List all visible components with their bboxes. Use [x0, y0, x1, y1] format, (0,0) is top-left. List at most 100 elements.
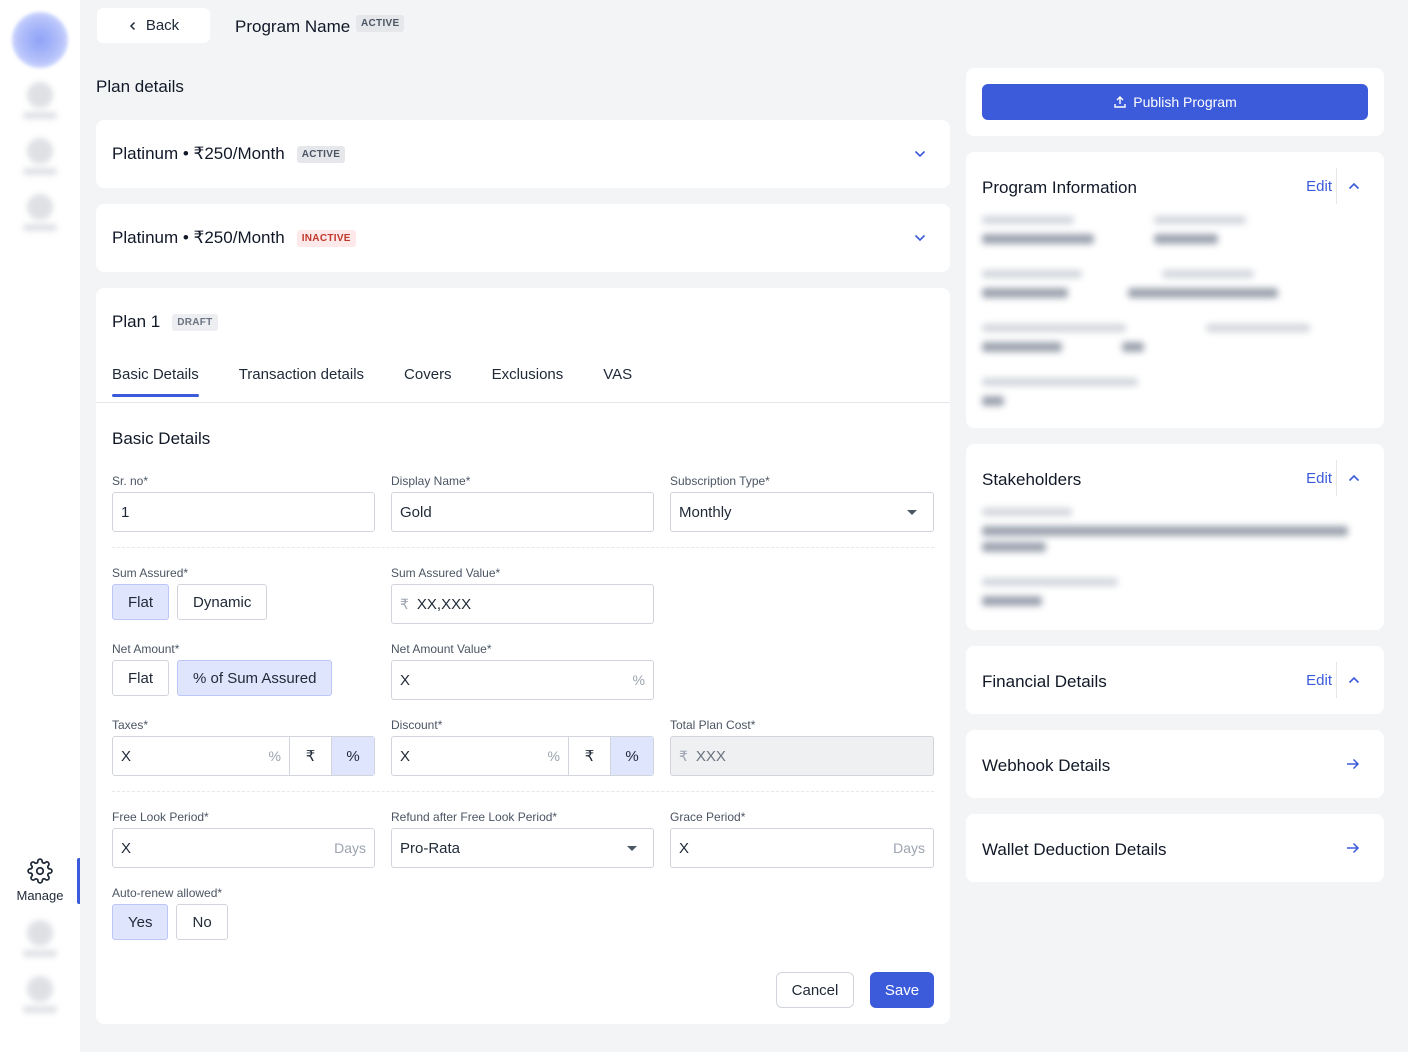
taxes-input[interactable]: X % — [113, 737, 290, 775]
chevron-down-icon[interactable] — [914, 234, 926, 242]
net-amount-flat-button[interactable]: Flat — [112, 660, 170, 696]
redacted-program-details — [982, 216, 1352, 406]
active-indicator — [77, 858, 80, 904]
chevron-up-icon[interactable] — [1348, 182, 1360, 190]
net-amount-label: Net Amount* — [112, 642, 180, 656]
divider — [96, 402, 950, 403]
tab-covers[interactable]: Covers — [404, 366, 452, 397]
blurred-icon — [27, 976, 53, 1002]
discount-input[interactable]: X % — [392, 737, 569, 775]
divider — [1336, 460, 1337, 496]
tab-transaction-details[interactable]: Transaction details — [239, 366, 364, 397]
stakeholders-edit-link[interactable]: Edit — [1306, 470, 1332, 487]
blurred-icon — [27, 138, 53, 164]
tab-vas[interactable]: VAS — [603, 366, 632, 397]
discount-percent-option[interactable]: % — [611, 737, 653, 775]
chevron-up-icon[interactable] — [1348, 676, 1360, 684]
sidebar-item-blurred-3[interactable] — [16, 194, 64, 231]
basic-details-title: Basic Details — [112, 429, 211, 448]
blurred-icon — [27, 82, 53, 108]
taxes-percent-option[interactable]: % — [332, 737, 374, 775]
percent-suffix: % — [632, 672, 645, 688]
auto-renew-toggle: Yes No — [112, 904, 228, 940]
sum-assured-value-input[interactable]: ₹ XX,XXX — [391, 584, 654, 624]
subscription-type-label: Subscription Type* — [670, 474, 770, 488]
sum-assured-toggle: Flat Dynamic — [112, 584, 268, 620]
publish-label: Publish Program — [1133, 94, 1237, 110]
total-plan-cost-input: ₹ XXX — [670, 736, 934, 776]
display-name-input[interactable]: Gold — [391, 492, 654, 532]
publish-card: Publish Program — [966, 68, 1384, 136]
sr-no-input[interactable]: 1 — [112, 492, 375, 532]
net-amount-percent-button[interactable]: % of Sum Assured — [177, 660, 333, 696]
sum-assured-label: Sum Assured* — [112, 566, 189, 580]
tab-basic-details[interactable]: Basic Details — [112, 366, 199, 397]
free-look-period-input[interactable]: X Days — [112, 828, 375, 868]
sum-assured-flat-button[interactable]: Flat — [112, 584, 170, 620]
cancel-button[interactable]: Cancel — [776, 972, 854, 1008]
days-suffix: Days — [893, 840, 925, 856]
taxes-value: X — [121, 747, 132, 765]
net-amount-toggle: Flat % of Sum Assured — [112, 660, 333, 696]
blurred-icon — [27, 920, 53, 946]
sidebar-item-blurred-1[interactable] — [16, 82, 64, 119]
sidebar: Manage — [0, 0, 80, 1052]
subscription-type-select[interactable]: Monthly — [670, 492, 934, 532]
back-button[interactable]: Back — [97, 8, 210, 43]
free-look-period-value: X — [121, 839, 132, 857]
wallet-deduction-details-title: Wallet Deduction Details — [982, 840, 1167, 859]
webhook-details-card[interactable]: Webhook Details — [966, 730, 1384, 798]
arrow-right-icon[interactable] — [1346, 842, 1360, 854]
plan-accordion-1[interactable]: Platinum • ₹250/Month ACTIVE — [96, 120, 950, 188]
wallet-deduction-details-card[interactable]: Wallet Deduction Details — [966, 814, 1384, 882]
sidebar-item-blurred-4[interactable] — [16, 920, 64, 957]
caret-down-icon — [627, 845, 637, 851]
plan-accordion-2[interactable]: Platinum • ₹250/Month INACTIVE — [96, 204, 950, 272]
sidebar-item-blurred-2[interactable] — [16, 138, 64, 175]
net-amount-value-input[interactable]: X % — [391, 660, 654, 700]
discount-label: Discount* — [391, 718, 443, 732]
stakeholders-title: Stakeholders — [982, 470, 1082, 489]
app-logo — [12, 12, 68, 68]
percent-suffix: % — [268, 748, 281, 764]
program-information-edit-link[interactable]: Edit — [1306, 178, 1332, 195]
taxes-input-group: X % ₹ % — [112, 736, 375, 776]
discount-value: X — [400, 747, 411, 765]
grace-period-input[interactable]: X Days — [670, 828, 934, 868]
chevron-up-icon[interactable] — [1348, 474, 1360, 482]
financial-details-title: Financial Details — [982, 672, 1107, 691]
publish-program-button[interactable]: Publish Program — [982, 84, 1368, 120]
financial-details-edit-link[interactable]: Edit — [1306, 672, 1332, 689]
save-button[interactable]: Save — [870, 972, 934, 1008]
sum-assured-value: XX,XXX — [416, 595, 472, 613]
refund-select[interactable]: Pro-Rata — [391, 828, 654, 868]
total-plan-cost-label: Total Plan Cost* — [670, 718, 756, 732]
plan-name: Platinum • ₹250/Month — [112, 228, 285, 247]
sum-assured-value-label: Sum Assured Value* — [391, 566, 501, 580]
grace-period-label: Grace Period* — [670, 810, 746, 824]
net-amount-value: X — [400, 671, 411, 689]
sidebar-item-manage[interactable]: Manage — [0, 858, 80, 903]
program-information-title: Program Information — [982, 178, 1137, 197]
chevron-left-icon — [129, 21, 135, 30]
total-plan-cost-value: XXX — [695, 747, 726, 765]
taxes-rupee-option[interactable]: ₹ — [290, 737, 332, 775]
auto-renew-yes-button[interactable]: Yes — [112, 904, 169, 940]
refund-label: Refund after Free Look Period* — [391, 810, 558, 824]
grace-period-value: X — [679, 839, 690, 857]
plan-name: Platinum • ₹250/Month — [112, 144, 285, 163]
status-badge: ACTIVE — [296, 145, 346, 163]
plan-editor-card: Plan 1 DRAFT Basic Details Transaction d… — [96, 288, 950, 1024]
percent-suffix: % — [547, 748, 560, 764]
chevron-down-icon[interactable] — [914, 150, 926, 158]
sum-assured-dynamic-button[interactable]: Dynamic — [177, 584, 268, 620]
sidebar-item-blurred-5[interactable] — [16, 976, 64, 1013]
auto-renew-no-button[interactable]: No — [176, 904, 228, 940]
discount-rupee-option[interactable]: ₹ — [569, 737, 611, 775]
divider — [112, 791, 934, 792]
tab-exclusions[interactable]: Exclusions — [492, 366, 564, 397]
arrow-right-icon[interactable] — [1346, 758, 1360, 770]
discount-input-group: X % ₹ % — [391, 736, 654, 776]
rupee-prefix: ₹ — [679, 747, 688, 764]
taxes-label: Taxes* — [112, 718, 149, 732]
